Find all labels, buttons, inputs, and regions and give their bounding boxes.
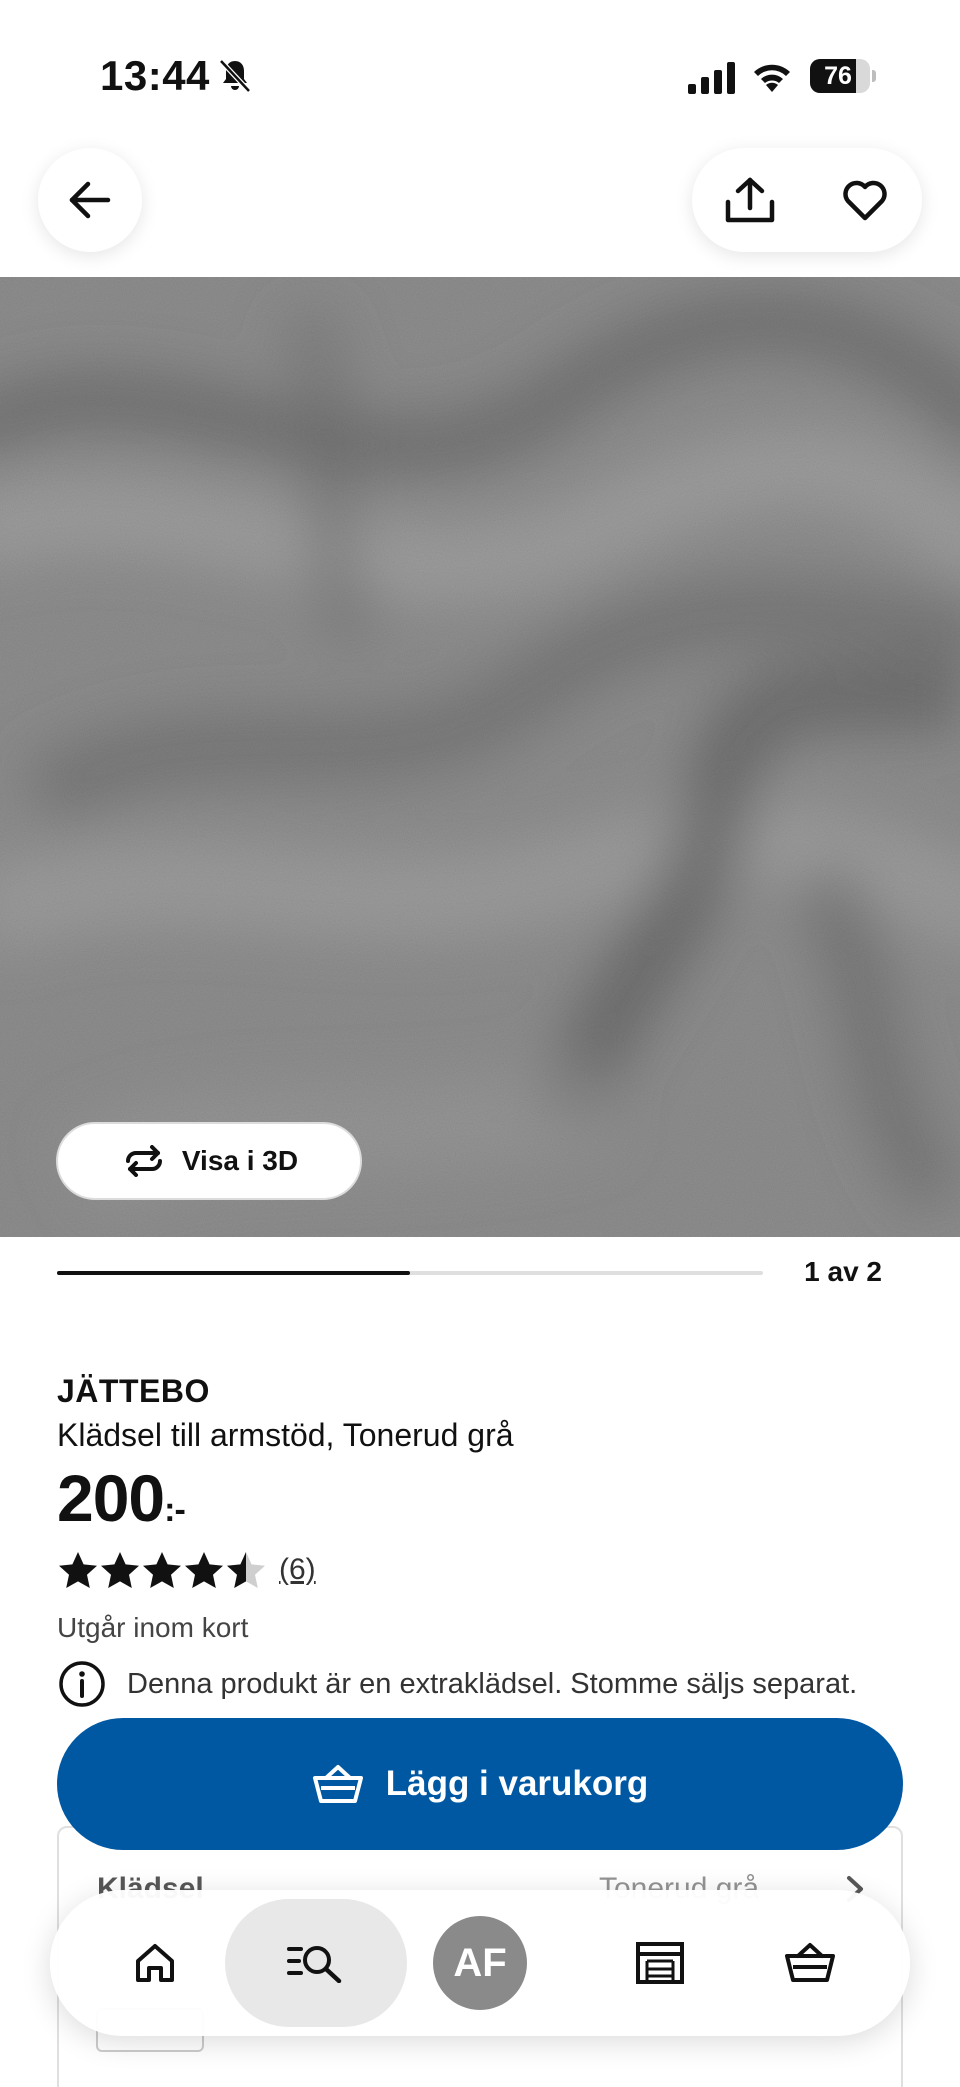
image-pager-progress [57, 1271, 410, 1275]
avatar: AF [433, 1916, 527, 2010]
cellular-signal-icon [688, 62, 735, 94]
bottom-navigation: AF [50, 1890, 910, 2036]
product-price: 200:- [57, 1460, 186, 1536]
arrow-left-icon [69, 181, 111, 219]
add-to-cart-label: Lägg i varukorg [385, 1764, 649, 1803]
star-half-icon [227, 1552, 265, 1588]
star-full-icon [101, 1552, 139, 1588]
info-note-text: Denna produkt är en extraklädsel. Stomme… [127, 1667, 858, 1700]
star-full-icon [185, 1552, 223, 1588]
stock-status: Utgår inom kort [57, 1612, 249, 1643]
basket-icon [312, 1765, 363, 1803]
share-icon [725, 177, 774, 223]
view-3d-button[interactable]: Visa i 3D [56, 1122, 362, 1200]
image-pager-track [57, 1271, 763, 1275]
store-icon [636, 1942, 684, 1984]
product-rating[interactable]: (6) [57, 1549, 316, 1591]
bell-muted-icon [219, 59, 251, 93]
home-icon [136, 1944, 174, 1982]
info-note: Denna produkt är en extraklädsel. Stomme… [57, 1659, 857, 1709]
wifi-icon [754, 64, 790, 92]
heart-outline-icon [842, 180, 887, 221]
nav-cart[interactable] [755, 1890, 865, 2036]
view-3d-label: Visa i 3D [181, 1145, 299, 1176]
image-pager-label: 1 av 2 [804, 1256, 882, 1287]
price-value: 200 [57, 1461, 165, 1535]
add-to-cart-button[interactable]: Lägg i varukorg [57, 1718, 903, 1850]
nav-home[interactable] [100, 1890, 210, 2036]
nav-search-active-pill [225, 1899, 407, 2027]
price-suffix: :- [164, 1491, 186, 1529]
fabric-image [0, 277, 960, 1237]
nav-profile[interactable]: AF [430, 1890, 530, 2036]
share-button[interactable] [692, 148, 807, 252]
nav-store[interactable] [605, 1890, 715, 2036]
review-count-link[interactable]: (6) [279, 1553, 316, 1587]
product-description: Klädsel till armstöd, Tonerud grå [57, 1417, 514, 1453]
back-button[interactable] [38, 148, 142, 252]
favorite-button[interactable] [807, 148, 922, 252]
info-icon [59, 1661, 105, 1707]
rotate-3d-icon [125, 1145, 162, 1177]
product-image[interactable] [0, 277, 960, 1237]
search-list-icon [287, 1946, 342, 1983]
nav-search[interactable] [225, 1890, 407, 2036]
header-actions [692, 148, 922, 252]
battery-level: 76 [824, 62, 852, 90]
product-brand: JÄTTEBO [57, 1373, 210, 1409]
star-full-icon [59, 1552, 97, 1588]
battery-indicator: 76 [810, 59, 876, 93]
cart-icon [785, 1943, 835, 1982]
star-full-icon [143, 1552, 181, 1588]
status-time: 13:44 [100, 52, 210, 99]
status-bar: 13:44 76 [0, 0, 960, 150]
